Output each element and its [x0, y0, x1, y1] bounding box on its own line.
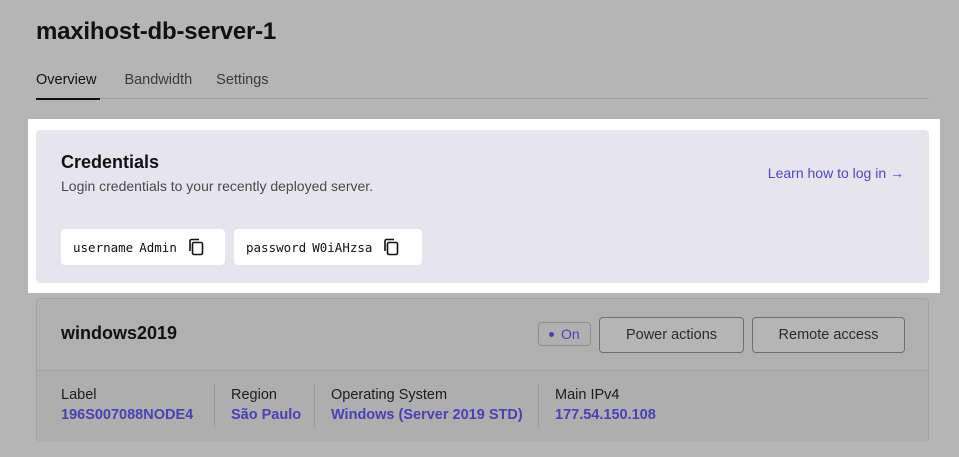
server-details: Label 196S007088NODE4 Region São Paulo O… [37, 370, 928, 442]
copy-icon [384, 238, 399, 256]
detail-ipv4: Main IPv4 177.54.150.108 [555, 371, 656, 443]
detail-label-title: Label [61, 387, 97, 403]
detail-label-value[interactable]: 196S007088NODE4 [61, 407, 193, 423]
username-key: username [73, 239, 134, 255]
copy-icon [189, 238, 204, 256]
credentials-subtitle: Login credentials to your recently deplo… [61, 178, 374, 194]
password-value: W0iAHzsa [312, 239, 373, 255]
divider [214, 383, 215, 427]
divider [538, 383, 539, 427]
username-chip: username Admin [61, 229, 225, 265]
detail-region: Region São Paulo [231, 371, 301, 443]
detail-os-title: Operating System [331, 387, 448, 403]
divider [314, 383, 315, 427]
credentials-title: Credentials [61, 152, 160, 172]
tab-bandwidth[interactable]: Bandwidth [124, 70, 192, 96]
power-actions-button[interactable]: Power actions [599, 317, 744, 353]
status-label: On [561, 326, 580, 342]
username-value: Admin [139, 239, 177, 255]
status-dot-icon [549, 331, 554, 337]
password-key: password [246, 239, 307, 255]
status-badge: On [538, 322, 591, 346]
credentials-card: Credentials Login credentials to your re… [36, 130, 929, 283]
page-title: maxihost-db-server-1 [36, 18, 277, 45]
learn-login-link[interactable]: Learn how to log in → [768, 165, 904, 181]
copy-username-button[interactable] [181, 229, 211, 265]
detail-os: Operating System Windows (Server 2019 ST… [331, 371, 523, 443]
remote-access-button[interactable]: Remote access [752, 317, 905, 353]
password-chip: password W0iAHzsa [234, 229, 422, 265]
tab-settings[interactable]: Settings [216, 70, 268, 96]
server-card: windows2019 On Power actions Remote acce… [36, 298, 929, 442]
detail-region-title: Region [231, 387, 277, 403]
copy-password-button[interactable] [376, 229, 406, 265]
detail-ipv4-title: Main IPv4 [555, 387, 620, 403]
server-name: windows2019 [61, 323, 178, 343]
detail-region-value[interactable]: São Paulo [231, 407, 301, 423]
detail-ipv4-value[interactable]: 177.54.150.108 [555, 407, 656, 423]
tab-overview[interactable]: Overview [36, 70, 101, 100]
detail-label: Label 196S007088NODE4 [61, 371, 193, 443]
tab-bar: Overview Bandwidth Settings [36, 70, 929, 100]
detail-os-value[interactable]: Windows (Server 2019 STD) [331, 407, 523, 423]
